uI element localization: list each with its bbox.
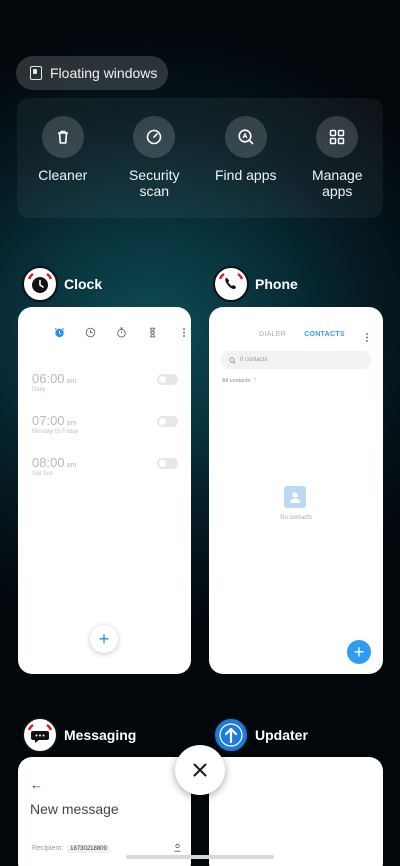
manage-apps-button[interactable]: Manage apps <box>296 116 378 218</box>
clock-toolbar <box>54 327 189 338</box>
clock-app-header[interactable]: Clock <box>22 266 102 302</box>
clock-app-card[interactable]: 06:00 am Daily 07:00 am Monday to Friday 0… <box>18 307 191 674</box>
find-apps-icon <box>224 116 267 158</box>
contacts-search-input[interactable]: 0 contacts <box>221 351 371 369</box>
recipient-label: Recipient: <box>32 845 64 852</box>
updater-app-card[interactable] <box>209 757 383 866</box>
contact-placeholder-icon <box>284 486 306 508</box>
trash-icon <box>41 116 84 158</box>
close-all-button[interactable] <box>175 745 225 795</box>
close-icon <box>193 763 207 777</box>
recipient-chip[interactable]: 18730218809 <box>67 844 110 853</box>
messaging-app-icon <box>22 717 58 753</box>
contacts-filter[interactable]: All contacts ⌃ <box>222 378 257 384</box>
tab-contacts[interactable]: CONTACTS <box>304 331 345 338</box>
phone-app-icon <box>213 266 249 302</box>
alarm-repeat: Daily <box>32 387 46 393</box>
grid-icon <box>316 116 359 158</box>
more-options-icon[interactable] <box>178 327 189 338</box>
contacts-filter-label: All contacts <box>222 378 251 384</box>
world-clock-icon[interactable] <box>85 327 96 338</box>
timer-icon[interactable] <box>147 327 158 338</box>
cleaner-label: Cleaner <box>38 167 88 183</box>
search-icon <box>229 356 236 364</box>
messaging-app-header[interactable]: Messaging <box>22 717 136 753</box>
find-apps-label: Find apps <box>215 167 277 183</box>
empty-contacts-text: No contacts <box>280 515 312 521</box>
alarm-toggle[interactable] <box>157 416 178 427</box>
alarm-toggle[interactable] <box>157 374 178 385</box>
floating-windows-button[interactable]: Floating windows <box>16 56 168 90</box>
alarm-icon[interactable] <box>54 327 65 338</box>
back-arrow-icon[interactable]: ← <box>30 777 43 792</box>
home-indicator[interactable] <box>126 855 274 859</box>
updater-app-name: Updater <box>255 727 308 743</box>
alarm-item[interactable]: 06:00 am Daily <box>32 371 178 393</box>
messaging-app-card[interactable]: ← New message Recipient: 18730218809 <box>18 757 191 866</box>
stopwatch-icon[interactable] <box>116 327 127 338</box>
find-apps-button[interactable]: Find apps <box>205 116 287 218</box>
phone-tabs: DIALER CONTACTS <box>259 331 345 338</box>
manage-apps-label: Manage apps <box>311 167 363 199</box>
search-placeholder: 0 contacts <box>240 357 268 363</box>
security-gauge-icon <box>133 116 176 158</box>
recipient-field[interactable]: Recipient: 18730218809 <box>32 843 182 854</box>
updater-app-icon <box>213 717 249 753</box>
messaging-app-name: Messaging <box>64 727 137 743</box>
add-alarm-button[interactable]: + <box>90 625 118 653</box>
floating-windows-label: Floating windows <box>50 65 158 81</box>
add-contact-button[interactable]: + <box>347 640 371 664</box>
alarm-repeat: Monday to Friday <box>32 429 79 435</box>
more-options-icon[interactable] <box>365 330 369 348</box>
new-message-title: New message <box>30 801 119 817</box>
security-scan-button[interactable]: Security scan <box>113 116 195 218</box>
chevron-down-icon: ⌃ <box>253 378 258 384</box>
clock-app-name: Clock <box>64 276 103 292</box>
floating-window-icon <box>30 66 42 80</box>
phone-app-header[interactable]: Phone <box>213 266 298 302</box>
cleaner-button[interactable]: Cleaner <box>22 116 104 218</box>
contact-person-icon[interactable] <box>173 843 182 854</box>
updater-app-header[interactable]: Updater <box>213 717 308 753</box>
clock-app-icon <box>22 266 58 302</box>
alarm-item[interactable]: 07:00 am Monday to Friday <box>32 413 178 435</box>
quick-actions-panel: Cleaner Security scan Find apps Manage a… <box>17 98 383 218</box>
tab-dialer[interactable]: DIALER <box>259 331 286 338</box>
alarm-toggle[interactable] <box>157 458 178 469</box>
alarm-item[interactable]: 08:00 am Sat Sun <box>32 455 178 477</box>
phone-app-card[interactable]: DIALER CONTACTS 0 contacts All contacts … <box>209 307 383 674</box>
alarm-repeat: Sat Sun <box>32 471 54 477</box>
security-scan-label: Security scan <box>128 167 180 199</box>
phone-app-name: Phone <box>255 276 298 292</box>
